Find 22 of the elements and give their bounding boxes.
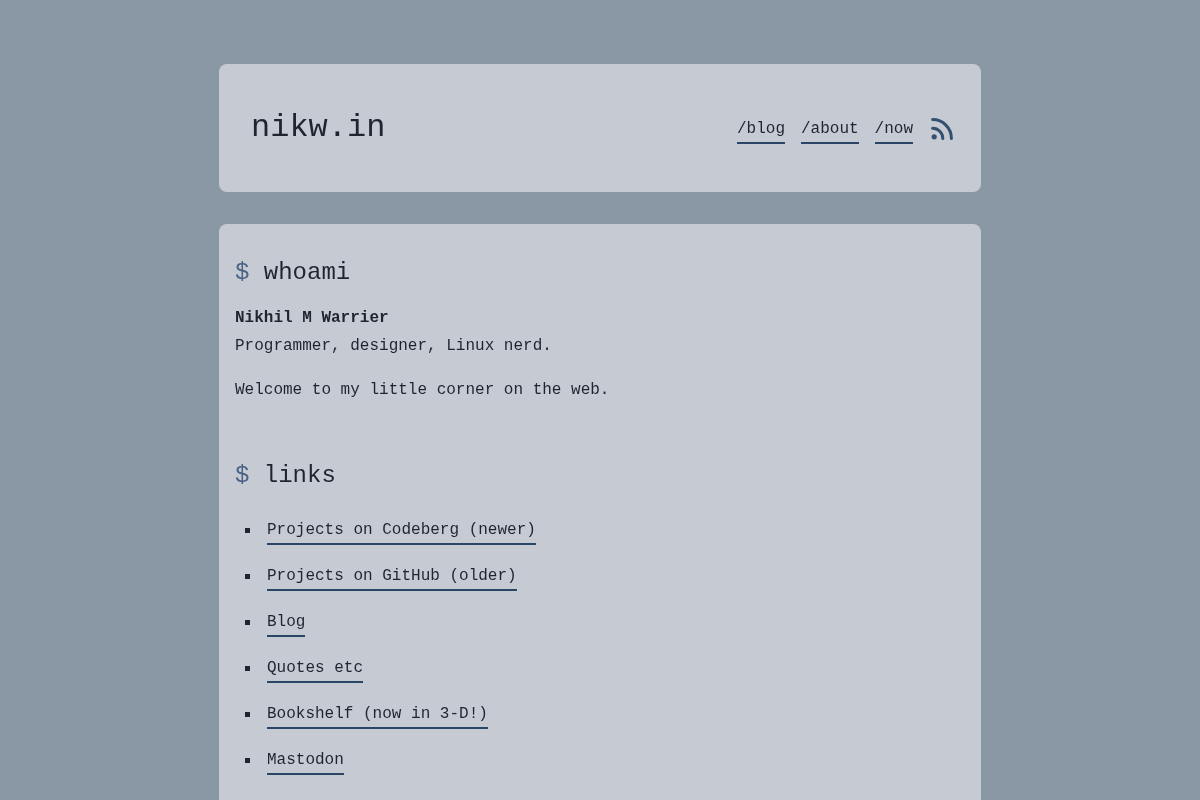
square-bullet-icon [245,758,250,763]
list-link[interactable]: Projects on Codeberg (newer) [267,518,536,545]
square-bullet-icon [245,574,250,579]
square-bullet-icon [245,666,250,671]
nav-link[interactable]: /about [801,116,859,144]
list-link[interactable]: Projects on GitHub (older) [267,564,517,591]
welcome-text: Welcome to my little corner on the web. [235,380,611,401]
site-title[interactable]: nikw.in [251,108,386,148]
rss-feed-icon[interactable] [931,118,953,140]
list-link[interactable]: Blog [267,610,306,637]
tagline-text: Programmer, designer, Linux nerd. [235,336,553,357]
section-heading: $ whoami [235,258,352,288]
list-link[interactable]: Quotes etc [267,656,363,683]
square-bullet-icon [245,712,250,717]
nav-link[interactable]: /now [874,116,913,144]
nav-link[interactable]: /blog [736,116,785,144]
square-bullet-icon [245,528,250,533]
section-heading: $ links [235,461,337,491]
author-name: Nikhil M Warrier [235,308,390,329]
square-bullet-icon [245,620,250,625]
list-link[interactable]: Mastodon [267,748,344,775]
list-link[interactable]: Bookshelf (now in 3-D!) [267,702,488,729]
